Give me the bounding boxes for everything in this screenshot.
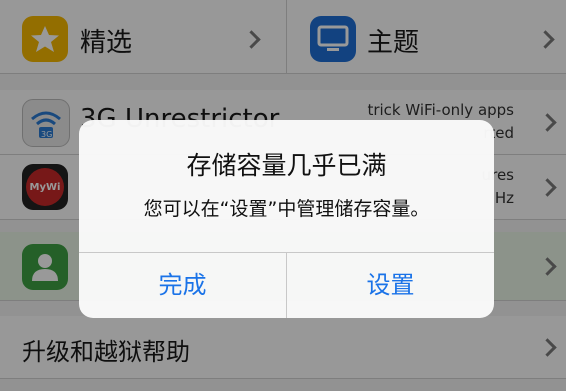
alert-title: 存储容量几乎已满 <box>186 151 387 180</box>
storage-alert: 存储容量几乎已满 您可以在“设置”中管理储存容量。 完成 设置 <box>79 120 494 318</box>
done-button[interactable]: 完成 <box>79 253 286 318</box>
alert-message: 您可以在“设置”中管理储存容量。 <box>143 198 430 220</box>
settings-button[interactable]: 设置 <box>287 253 494 318</box>
